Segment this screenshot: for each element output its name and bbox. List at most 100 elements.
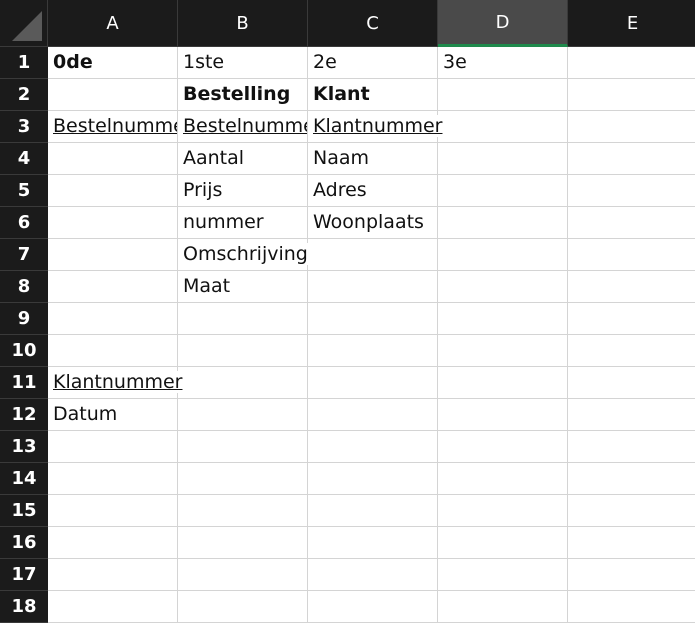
select-all-corner[interactable] — [0, 0, 48, 47]
cell-a8[interactable] — [48, 271, 178, 303]
cell-c10[interactable] — [308, 335, 438, 367]
cell-e11[interactable] — [568, 367, 695, 399]
cell-e17[interactable] — [568, 559, 695, 591]
cell-a3[interactable]: Bestelnummer — [48, 111, 178, 143]
row-header-11[interactable]: 11 — [0, 367, 48, 399]
row-header-9[interactable]: 9 — [0, 303, 48, 335]
cell-d11[interactable] — [438, 367, 568, 399]
cell-b8[interactable]: Maat — [178, 271, 308, 303]
row-header-3[interactable]: 3 — [0, 111, 48, 143]
column-header-b[interactable]: B — [178, 0, 308, 47]
cell-a9[interactable] — [48, 303, 178, 335]
cell-b14[interactable] — [178, 463, 308, 495]
cell-a5[interactable] — [48, 175, 178, 207]
cell-d7[interactable] — [438, 239, 568, 271]
cell-c12[interactable] — [308, 399, 438, 431]
cell-b2[interactable]: Bestelling — [178, 79, 308, 111]
cell-b11[interactable] — [178, 367, 308, 399]
cell-b16[interactable] — [178, 527, 308, 559]
row-header-17[interactable]: 17 — [0, 559, 48, 591]
cell-c8[interactable] — [308, 271, 438, 303]
cell-c11[interactable] — [308, 367, 438, 399]
cell-c6[interactable]: Woonplaats — [308, 207, 438, 239]
cell-b3[interactable]: Bestelnummer — [178, 111, 308, 143]
cell-a17[interactable] — [48, 559, 178, 591]
cell-b12[interactable] — [178, 399, 308, 431]
cell-e6[interactable] — [568, 207, 695, 239]
row-header-14[interactable]: 14 — [0, 463, 48, 495]
cell-a18[interactable] — [48, 591, 178, 623]
cell-e9[interactable] — [568, 303, 695, 335]
column-header-e[interactable]: E — [568, 0, 695, 47]
cell-b6[interactable]: nummer — [178, 207, 308, 239]
column-header-d[interactable]: D — [438, 0, 568, 47]
cell-d5[interactable] — [438, 175, 568, 207]
cell-c9[interactable] — [308, 303, 438, 335]
row-header-10[interactable]: 10 — [0, 335, 48, 367]
row-header-6[interactable]: 6 — [0, 207, 48, 239]
cell-e5[interactable] — [568, 175, 695, 207]
cell-c16[interactable] — [308, 527, 438, 559]
cell-e2[interactable] — [568, 79, 695, 111]
cell-c14[interactable] — [308, 463, 438, 495]
cell-d13[interactable] — [438, 431, 568, 463]
cell-c13[interactable] — [308, 431, 438, 463]
cell-e12[interactable] — [568, 399, 695, 431]
cell-b4[interactable]: Aantal — [178, 143, 308, 175]
cell-e10[interactable] — [568, 335, 695, 367]
cell-e1[interactable] — [568, 47, 695, 79]
cell-c4[interactable]: Naam — [308, 143, 438, 175]
cell-d2[interactable] — [438, 79, 568, 111]
cell-b15[interactable] — [178, 495, 308, 527]
cell-b9[interactable] — [178, 303, 308, 335]
cell-d6[interactable] — [438, 207, 568, 239]
cell-a10[interactable] — [48, 335, 178, 367]
cell-c5[interactable]: Adres — [308, 175, 438, 207]
row-header-7[interactable]: 7 — [0, 239, 48, 271]
cell-e15[interactable] — [568, 495, 695, 527]
row-header-16[interactable]: 16 — [0, 527, 48, 559]
cell-e16[interactable] — [568, 527, 695, 559]
cell-b5[interactable]: Prijs — [178, 175, 308, 207]
cell-a16[interactable] — [48, 527, 178, 559]
column-header-c[interactable]: C — [308, 0, 438, 47]
cell-d9[interactable] — [438, 303, 568, 335]
cell-a1[interactable]: 0de — [48, 47, 178, 79]
cell-e18[interactable] — [568, 591, 695, 623]
row-header-5[interactable]: 5 — [0, 175, 48, 207]
cell-b1[interactable]: 1ste — [178, 47, 308, 79]
cell-a7[interactable] — [48, 239, 178, 271]
cell-c15[interactable] — [308, 495, 438, 527]
cell-c17[interactable] — [308, 559, 438, 591]
row-header-15[interactable]: 15 — [0, 495, 48, 527]
cell-b10[interactable] — [178, 335, 308, 367]
cell-c7[interactable] — [308, 239, 438, 271]
row-header-4[interactable]: 4 — [0, 143, 48, 175]
cell-d8[interactable] — [438, 271, 568, 303]
cell-c2[interactable]: Klant — [308, 79, 438, 111]
cell-d15[interactable] — [438, 495, 568, 527]
cell-e8[interactable] — [568, 271, 695, 303]
cell-d18[interactable] — [438, 591, 568, 623]
cell-e13[interactable] — [568, 431, 695, 463]
cell-c18[interactable] — [308, 591, 438, 623]
cell-a11[interactable]: Klantnummer — [48, 367, 185, 399]
cell-d17[interactable] — [438, 559, 568, 591]
cell-a2[interactable] — [48, 79, 178, 111]
cell-a6[interactable] — [48, 207, 178, 239]
row-header-18[interactable]: 18 — [0, 591, 48, 623]
cell-e7[interactable] — [568, 239, 695, 271]
cell-d12[interactable] — [438, 399, 568, 431]
row-header-13[interactable]: 13 — [0, 431, 48, 463]
cell-a4[interactable] — [48, 143, 178, 175]
cell-a15[interactable] — [48, 495, 178, 527]
cell-b17[interactable] — [178, 559, 308, 591]
cell-b13[interactable] — [178, 431, 308, 463]
cell-c3[interactable]: Klantnummer — [308, 111, 445, 143]
cell-d10[interactable] — [438, 335, 568, 367]
cell-d1[interactable]: 3e — [438, 47, 568, 79]
cell-b7[interactable]: Omschrijving — [178, 239, 310, 271]
cell-b18[interactable] — [178, 591, 308, 623]
cell-e14[interactable] — [568, 463, 695, 495]
cell-a12[interactable]: Datum — [48, 399, 178, 431]
